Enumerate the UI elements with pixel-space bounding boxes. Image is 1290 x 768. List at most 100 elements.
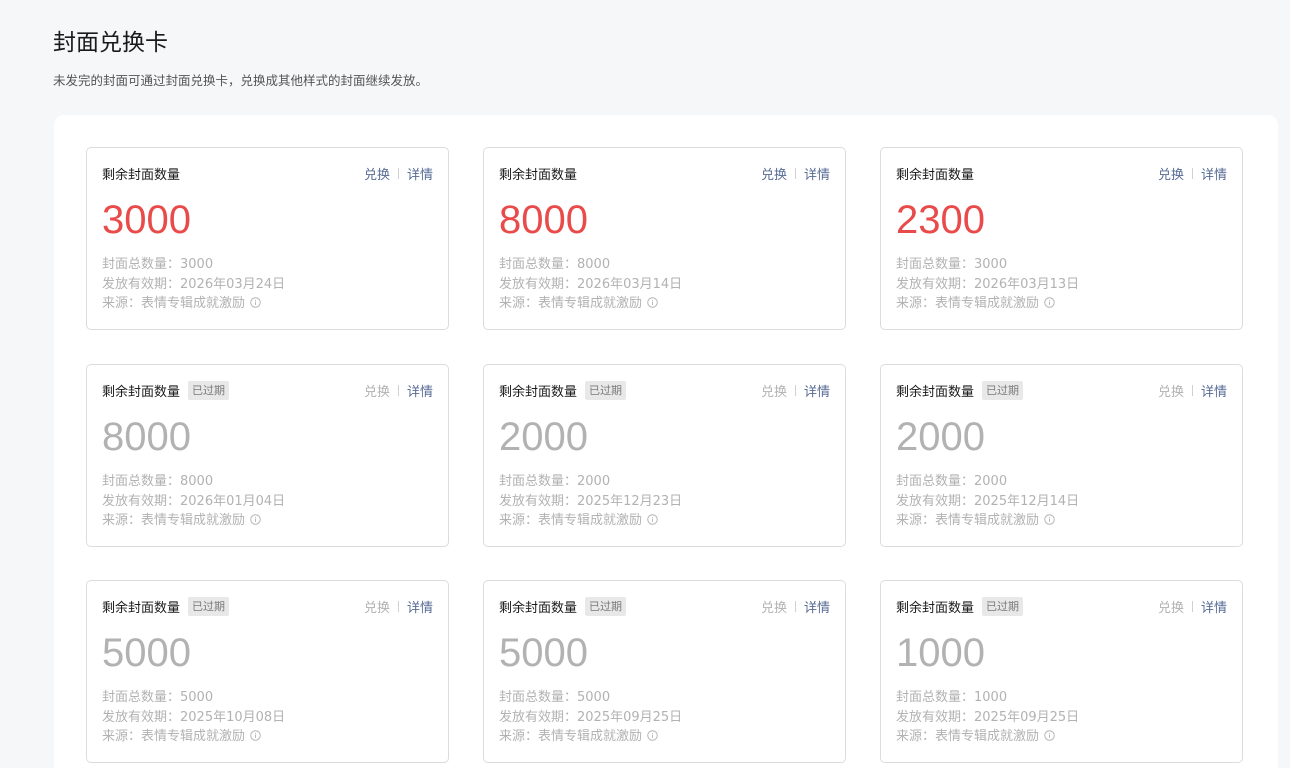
details-link[interactable]: 详情 [804, 597, 830, 616]
source-text: 来源：表情专辑成就激励 [499, 729, 643, 745]
validity-date: 发放有效期：2025年12月23日 [499, 493, 683, 509]
card-actions: 兑换 详情 [364, 597, 433, 616]
card-header: 剩余封面数量 已过期 兑换 详情 [896, 595, 1227, 617]
info-icon[interactable] [647, 730, 658, 742]
info-icon[interactable] [250, 297, 261, 309]
card-meta: 封面总数量：3000 发放有效期：2026年03月13日 来源：表情专辑成就激励 [896, 255, 1079, 314]
card-meta: 封面总数量：5000 发放有效期：2025年09月25日 来源：表情专辑成就激励 [499, 688, 682, 747]
info-icon[interactable] [647, 514, 658, 526]
source-text: 来源：表情专辑成就激励 [499, 513, 643, 529]
validity-date: 发放有效期：2025年09月25日 [896, 709, 1080, 725]
source-text: 来源：表情专辑成就激励 [102, 729, 246, 745]
card-label: 剩余封面数量 [499, 167, 578, 183]
total-count: 封面总数量：5000 [499, 690, 611, 705]
card-header: 剩余封面数量 兑换 详情 [896, 162, 1227, 184]
exchange-card: 剩余封面数量 兑换 详情 3000 封面总数量：3000 发放有效期：2026年… [86, 147, 449, 330]
card-actions: 兑换 详情 [761, 381, 830, 400]
action-divider [794, 384, 796, 396]
exchange-card: 剩余封面数量 兑换 详情 8000 封面总数量：8000 发放有效期：2026年… [483, 147, 846, 330]
card-meta: 封面总数量：8000 发放有效期：2026年03月14日 来源：表情专辑成就激励 [499, 255, 682, 314]
card-label: 剩余封面数量 [102, 384, 181, 400]
source-line: 来源：表情专辑成就激励 [896, 727, 1079, 747]
source-text: 来源：表情专辑成就激励 [896, 513, 1040, 529]
info-icon[interactable] [250, 730, 261, 742]
card-label: 剩余封面数量 [896, 384, 975, 400]
validity-date: 发放有效期：2025年10月08日 [102, 709, 286, 725]
source-line: 来源：表情专辑成就激励 [102, 511, 285, 531]
details-link[interactable]: 详情 [804, 164, 830, 183]
exchange-card-expired: 剩余封面数量 已过期 兑换 详情 1000 封面总数量：1000 发放有效期：2… [880, 580, 1243, 763]
total-count: 封面总数量：2000 [896, 474, 1008, 489]
info-icon[interactable] [1044, 297, 1055, 309]
cards-panel: 剩余封面数量 兑换 详情 3000 封面总数量：3000 发放有效期：2026年… [54, 115, 1278, 768]
exchange-link[interactable]: 兑换 [364, 164, 390, 183]
exchange-link[interactable]: 兑换 [761, 164, 787, 183]
action-divider [397, 167, 399, 179]
card-label: 剩余封面数量 [102, 600, 181, 616]
card-label: 剩余封面数量 [499, 600, 578, 616]
exchange-link-disabled: 兑换 [363, 384, 390, 400]
card-actions: 兑换 详情 [761, 597, 830, 616]
card-actions: 兑换 详情 [364, 381, 433, 400]
card-label: 剩余封面数量 [102, 167, 181, 183]
card-header: 剩余封面数量 已过期 兑换 详情 [499, 595, 830, 617]
source-line: 来源：表情专辑成就激励 [102, 727, 285, 747]
expired-badge: 已过期 [982, 380, 1024, 400]
page: 封面兑换卡 未发完的封面可通过封面兑换卡，兑换成其他样式的封面继续发放。 剩余封… [0, 0, 1290, 768]
details-link[interactable]: 详情 [1201, 164, 1227, 183]
card-actions: 兑换 详情 [364, 164, 433, 183]
exchange-link-disabled: 兑换 [760, 600, 787, 616]
remaining-count: 2000 [499, 415, 588, 459]
info-icon[interactable] [1044, 514, 1055, 526]
total-count: 封面总数量：2000 [499, 474, 611, 489]
exchange-card-expired: 剩余封面数量 已过期 兑换 详情 5000 封面总数量：5000 发放有效期：2… [86, 580, 449, 763]
source-text: 来源：表情专辑成就激励 [896, 729, 1040, 745]
validity-date: 发放有效期：2026年01月04日 [102, 493, 286, 509]
source-line: 来源：表情专辑成就激励 [102, 294, 285, 314]
card-label: 剩余封面数量 [896, 600, 975, 616]
remaining-count: 1000 [896, 631, 985, 675]
exchange-card-expired: 剩余封面数量 已过期 兑换 详情 5000 封面总数量：5000 发放有效期：2… [483, 580, 846, 763]
info-icon[interactable] [250, 514, 261, 526]
card-label: 剩余封面数量 [499, 384, 578, 400]
validity-date: 发放有效期：2025年09月25日 [499, 709, 683, 725]
details-link[interactable]: 详情 [804, 381, 830, 400]
info-icon[interactable] [647, 297, 658, 309]
total-count: 封面总数量：3000 [102, 257, 214, 272]
source-line: 来源：表情专辑成就激励 [896, 511, 1079, 531]
info-icon[interactable] [1044, 730, 1055, 742]
exchange-card-expired: 剩余封面数量 已过期 兑换 详情 2000 封面总数量：2000 发放有效期：2… [880, 364, 1243, 547]
source-line: 来源：表情专辑成就激励 [499, 511, 682, 531]
total-count: 封面总数量：1000 [896, 690, 1008, 705]
exchange-card-expired: 剩余封面数量 已过期 兑换 详情 2000 封面总数量：2000 发放有效期：2… [483, 364, 846, 547]
action-divider [794, 600, 796, 612]
exchange-link-disabled: 兑换 [363, 600, 390, 616]
expired-badge: 已过期 [585, 380, 627, 400]
source-text: 来源：表情专辑成就激励 [499, 296, 643, 312]
card-meta: 封面总数量：1000 发放有效期：2025年09月25日 来源：表情专辑成就激励 [896, 688, 1079, 747]
details-link[interactable]: 详情 [1201, 381, 1227, 400]
expired-badge: 已过期 [188, 380, 230, 400]
details-link[interactable]: 详情 [407, 597, 433, 616]
action-divider [1191, 600, 1193, 612]
details-link[interactable]: 详情 [407, 381, 433, 400]
source-line: 来源：表情专辑成就激励 [896, 294, 1079, 314]
exchange-link-disabled: 兑换 [1157, 600, 1184, 616]
remaining-count: 5000 [102, 631, 191, 675]
action-divider [794, 167, 796, 179]
remaining-count: 3000 [102, 198, 191, 242]
card-meta: 封面总数量：2000 发放有效期：2025年12月14日 来源：表情专辑成就激励 [896, 472, 1079, 531]
card-header: 剩余封面数量 已过期 兑换 详情 [102, 595, 433, 617]
card-header: 剩余封面数量 兑换 详情 [499, 162, 830, 184]
remaining-count: 2300 [896, 198, 985, 242]
details-link[interactable]: 详情 [407, 164, 433, 183]
source-line: 来源：表情专辑成就激励 [499, 294, 682, 314]
source-text: 来源：表情专辑成就激励 [102, 296, 246, 312]
page-title: 封面兑换卡 [53, 30, 168, 56]
remaining-count: 8000 [102, 415, 191, 459]
exchange-link[interactable]: 兑换 [1158, 164, 1184, 183]
page-subtitle: 未发完的封面可通过封面兑换卡，兑换成其他样式的封面继续发放。 [53, 73, 429, 88]
validity-date: 发放有效期：2026年03月14日 [499, 276, 683, 292]
details-link[interactable]: 详情 [1201, 597, 1227, 616]
remaining-count: 2000 [896, 415, 985, 459]
